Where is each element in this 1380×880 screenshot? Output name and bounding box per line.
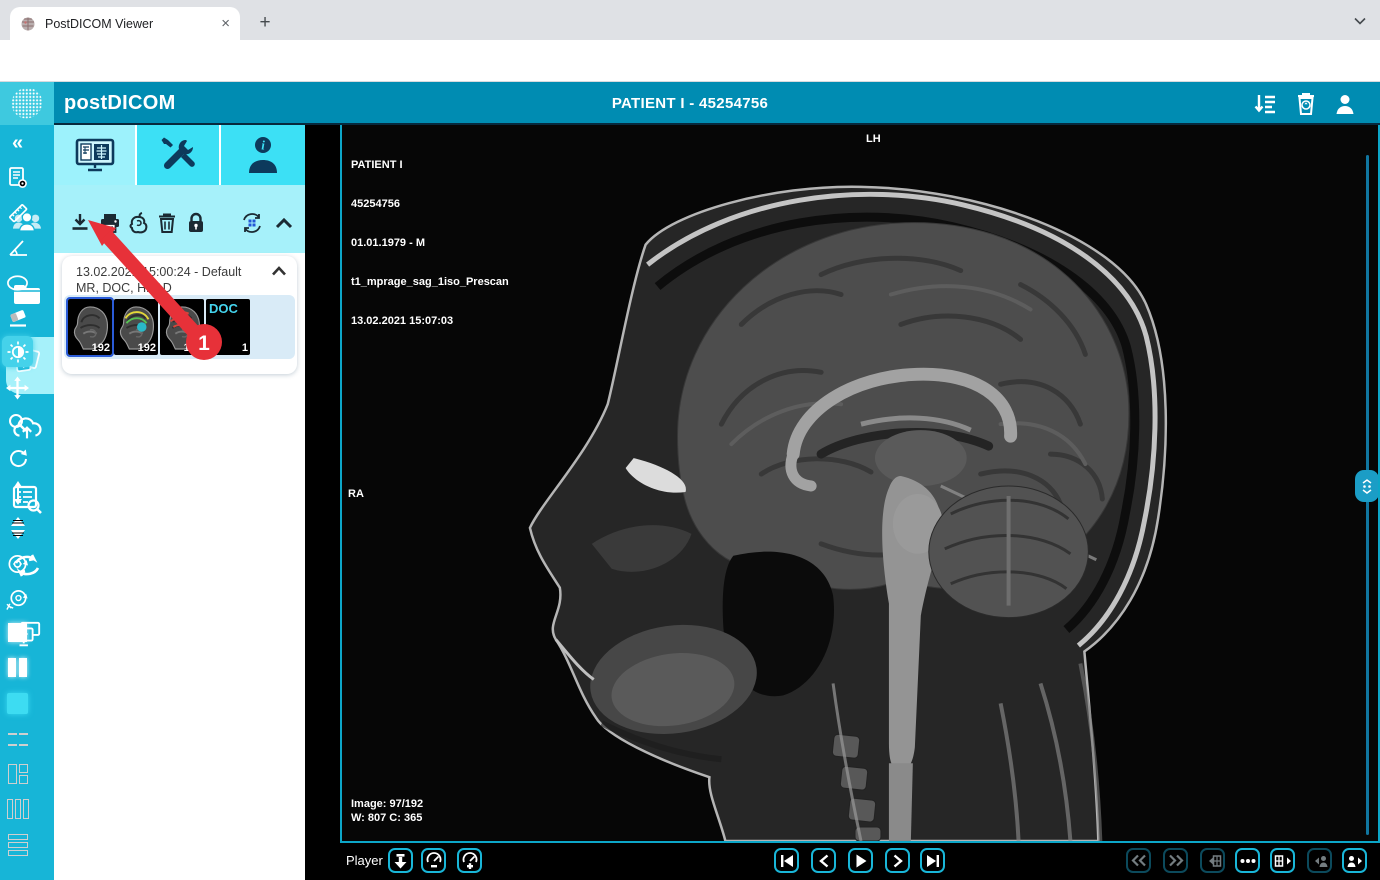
orientation-label-top: LH	[866, 133, 881, 145]
series-thumbnail-3[interactable]: 192	[160, 299, 204, 355]
ellipse-roi-icon[interactable]	[6, 271, 29, 294]
layout-2x2-button[interactable]	[8, 729, 28, 749]
speed-down-button[interactable]	[421, 848, 446, 873]
series-thumbnail-strip: 192 192 192 DOC 1	[64, 295, 295, 359]
study-panel: i 13.02.2021 15:00:24 - Default MR, DOC,…	[54, 125, 305, 880]
player-bar: Player	[340, 843, 1380, 880]
sort-queue-icon[interactable]	[1252, 91, 1278, 117]
rewind-series-button[interactable]	[1126, 848, 1151, 873]
collapse-panel-icon[interactable]: «	[6, 132, 29, 155]
new-tab-button[interactable]: +	[252, 10, 278, 36]
overlay-image-counter: Image: 97/192	[351, 798, 424, 810]
account-icon[interactable]	[1332, 91, 1358, 117]
more-options-button[interactable]	[1235, 848, 1260, 873]
overlay-patient-info: PATIENT I 45254756 01.01.1979 - M t1_mpr…	[351, 159, 509, 327]
first-image-button[interactable]	[774, 848, 799, 873]
print-button[interactable]	[98, 211, 122, 235]
ruler-tool-icon[interactable]	[6, 201, 29, 224]
delete-button[interactable]	[155, 211, 179, 235]
tab-viewer[interactable]	[54, 125, 135, 185]
layout-1-2-button[interactable]	[8, 764, 28, 784]
speed-up-button[interactable]	[457, 848, 482, 873]
layout-1x2-button[interactable]	[8, 658, 27, 677]
tab-tools[interactable]	[137, 125, 219, 185]
postdicom-viewer-screen: PostDICOM Viewer × + ← → ⟳ germany.postd…	[0, 0, 1380, 880]
sort-stack-icon[interactable]	[6, 516, 29, 539]
image-scroll-handle[interactable]	[1355, 470, 1378, 502]
layout-3row-button[interactable]	[8, 834, 28, 856]
anonymize-brain-button[interactable]	[127, 211, 151, 235]
layout-current-button[interactable]	[7, 693, 28, 714]
last-image-button[interactable]	[920, 848, 945, 873]
player-label: Player	[346, 853, 383, 868]
study-title: 13.02.2021 15:00:24 - Default	[76, 265, 242, 279]
zoom-tool-icon[interactable]	[6, 411, 29, 434]
layout-3col-button[interactable]	[7, 799, 29, 819]
next-layout-button[interactable]	[1270, 848, 1295, 873]
favicon-brain-icon	[21, 17, 35, 30]
recycle-bin-icon[interactable]	[1293, 91, 1319, 117]
previous-patient-button[interactable]	[1307, 848, 1332, 873]
overlay-window-level: W: 807 C: 365	[351, 812, 423, 824]
series-thumbnail-1[interactable]: 192	[66, 297, 114, 357]
lock-button[interactable]	[184, 211, 208, 235]
series-thumbnail-doc[interactable]: DOC 1	[206, 299, 250, 355]
browser-tab[interactable]: PostDICOM Viewer ×	[10, 7, 240, 40]
tab-search-chevron-icon[interactable]	[1348, 9, 1372, 33]
scroll-stack-icon[interactable]	[6, 480, 29, 505]
browser-url-bar: ← → ⟳ germany.postdicom.com/Viewer/Main …	[0, 40, 1380, 116]
play-direction-button[interactable]	[388, 848, 413, 873]
series-thumbnail-2[interactable]: 192	[114, 299, 158, 355]
tab-title: PostDICOM Viewer	[45, 16, 154, 31]
report-icon[interactable]	[6, 166, 29, 189]
previous-image-button[interactable]	[811, 848, 836, 873]
angle-tool-icon[interactable]	[6, 236, 29, 259]
cine-settings-icon[interactable]	[6, 552, 29, 575]
viewer-toolbar	[305, 125, 340, 880]
browser-tab-strip: PostDICOM Viewer × +	[0, 0, 1380, 40]
layout-1x1-button[interactable]	[8, 623, 27, 642]
image-viewport[interactable]: PATIENT I 45254756 01.01.1979 - M t1_mpr…	[340, 125, 1380, 843]
previous-layout-button[interactable]	[1200, 848, 1225, 873]
auto-cine-icon[interactable]	[6, 587, 29, 610]
rotate-tool-icon[interactable]	[6, 446, 29, 469]
pan-tool-icon[interactable]	[6, 376, 29, 399]
sync-layout-button[interactable]	[240, 211, 264, 235]
forward-series-button[interactable]	[1163, 848, 1188, 873]
orientation-label-side: RA	[348, 488, 364, 500]
play-button[interactable]	[848, 848, 873, 873]
tab-close-icon[interactable]: ×	[221, 16, 230, 31]
next-image-button[interactable]	[885, 848, 910, 873]
tab-patient-info[interactable]: i	[221, 125, 305, 185]
study-modality: MR, DOC, HEAD	[76, 281, 172, 295]
brain-logo-icon[interactable]	[0, 82, 54, 125]
app-logo: postDICOM	[64, 92, 176, 114]
patient-title: PATIENT I - 45254756	[611, 95, 769, 112]
window-level-tool-active[interactable]	[2, 336, 33, 367]
svg-text:i: i	[261, 138, 265, 153]
collapse-toolbar-chevron[interactable]	[272, 211, 296, 235]
study-card[interactable]: 13.02.2021 15:00:24 - Default MR, DOC, H…	[62, 256, 297, 374]
next-patient-button[interactable]	[1342, 848, 1367, 873]
eraser-tool-icon[interactable]	[6, 306, 29, 329]
download-study-button[interactable]	[68, 211, 92, 235]
collapse-study-chevron[interactable]	[271, 266, 287, 276]
